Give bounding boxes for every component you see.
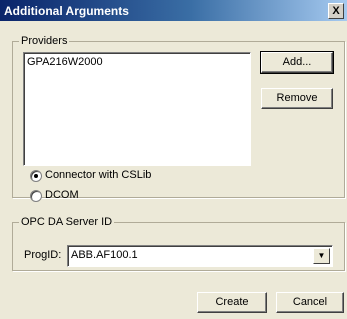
remove-button[interactable]: Remove (261, 88, 333, 109)
chevron-down-icon[interactable]: ▼ (313, 248, 330, 264)
providers-legend: Providers (19, 35, 70, 47)
dcom-radio[interactable] (30, 190, 42, 202)
add-button[interactable]: Add... (260, 51, 334, 74)
cancel-button[interactable]: Cancel (276, 292, 344, 313)
providers-listbox[interactable]: GPA216W2000 (23, 52, 251, 166)
progid-value: ABB.AF100.1 (71, 249, 138, 261)
connector-label: Connector with CSLib (45, 169, 152, 181)
window-title: Additional Arguments (4, 4, 129, 18)
close-button[interactable]: X (328, 3, 344, 19)
list-item[interactable]: GPA216W2000 (27, 56, 103, 68)
progid-select[interactable]: ABB.AF100.1 ▼ (67, 245, 333, 267)
create-button[interactable]: Create (197, 292, 267, 313)
dcom-label: DCOM (45, 189, 79, 201)
title-bar: Additional Arguments X (0, 0, 347, 21)
connector-radio[interactable] (30, 170, 42, 182)
opc-server-legend: OPC DA Server ID (19, 216, 115, 228)
progid-label: ProgID: (24, 249, 62, 261)
